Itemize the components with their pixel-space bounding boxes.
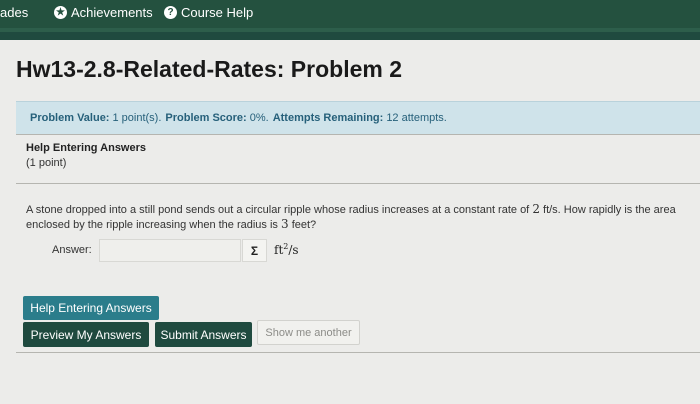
- nav-item-grades[interactable]: ades: [0, 2, 28, 22]
- help-entering-answers-heading: Help Entering Answers: [26, 142, 147, 154]
- question-radius: 3: [281, 217, 289, 231]
- attempts-remaining: 12 attempts.: [386, 112, 447, 124]
- problem-value-label: Problem Value:: [30, 112, 110, 124]
- answer-input[interactable]: [99, 239, 241, 262]
- nav-item-label: Course Help: [181, 4, 254, 20]
- divider: [16, 352, 700, 353]
- problem-statement: A stone dropped into a still pond sends …: [26, 202, 696, 232]
- help-entering-answers-button[interactable]: Help Entering Answers: [23, 296, 159, 320]
- problem-info-bar: Problem Value: 1 point(s). Problem Score…: [16, 101, 700, 134]
- question-text: A stone dropped into a still pond sends …: [26, 204, 530, 216]
- question-icon: ?: [164, 5, 177, 19]
- show-me-another-button[interactable]: Show me another: [257, 320, 360, 345]
- problem-value: 1 point(s).: [112, 112, 162, 124]
- equation-editor-button[interactable]: Σ: [242, 239, 267, 262]
- attempts-remaining-label: Attempts Remaining:: [272, 112, 384, 124]
- unit-tail: /s: [288, 243, 299, 257]
- answer-units: ft2/s: [274, 242, 299, 257]
- question-text: feet?: [291, 219, 317, 231]
- preview-answers-button[interactable]: Preview My Answers: [23, 322, 149, 347]
- divider: [16, 134, 700, 135]
- problem-points: (1 point): [26, 157, 67, 169]
- unit-base: ft: [274, 243, 284, 257]
- question-rate: 2: [532, 202, 540, 216]
- problem-score-label: Problem Score:: [165, 112, 247, 124]
- page-title: Hw13-2.8-Related-Rates: Problem 2: [16, 56, 403, 82]
- nav-item-label: Achievements: [71, 4, 153, 20]
- divider: [16, 183, 700, 184]
- top-navigation-bar: ades ★ Achievements ? Course Help: [0, 0, 700, 40]
- nav-item-achievements[interactable]: ★ Achievements: [54, 2, 153, 22]
- answer-label: Answer:: [52, 244, 92, 256]
- submit-answers-button[interactable]: Submit Answers: [155, 322, 252, 347]
- problem-score: 0%.: [249, 112, 269, 124]
- nav-item-label: ades: [0, 4, 29, 20]
- nav-item-course-help[interactable]: ? Course Help: [164, 2, 253, 22]
- star-icon: ★: [54, 5, 67, 19]
